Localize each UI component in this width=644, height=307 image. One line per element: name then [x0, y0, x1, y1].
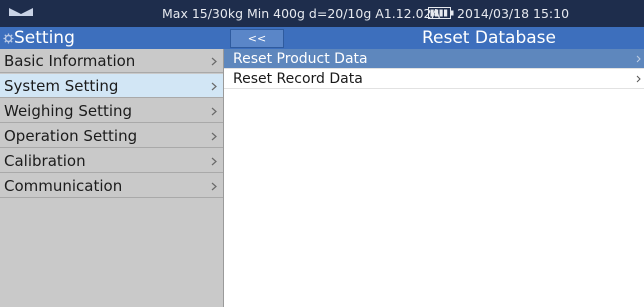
battery-icon: [428, 7, 454, 19]
sidebar-item-system-setting[interactable]: System Setting: [0, 74, 223, 98]
chevron-right-icon: [636, 55, 641, 63]
setting-header: Setting: [0, 27, 224, 49]
sidebar-item-basic-information[interactable]: Basic Information: [0, 49, 223, 73]
list-item-reset-product-data[interactable]: Reset Product Data: [224, 49, 644, 69]
sidebar-item-label: Weighing Setting: [4, 102, 133, 120]
sidebar-item-calibration[interactable]: Calibration: [0, 149, 223, 173]
sidebar-item-label: System Setting: [4, 77, 119, 95]
sidebar-item-label: Communication: [4, 177, 123, 195]
chevron-right-icon: [211, 107, 217, 116]
list-item-label: Reset Product Data: [233, 51, 368, 67]
sidebar-item-operation-setting[interactable]: Operation Setting: [0, 124, 223, 148]
back-button[interactable]: <<: [230, 29, 284, 48]
gear-icon: [3, 33, 14, 44]
chevron-right-icon: [211, 157, 217, 166]
status-bar: Max 15/30kg Min 400g d=20/10g A1.12.02A …: [0, 0, 644, 27]
reset-database-list: Reset Product Data Reset Record Data: [224, 49, 644, 307]
sidebar-item-communication[interactable]: Communication: [0, 174, 223, 198]
chevron-right-icon: [211, 57, 217, 66]
status-datetime: 2014/03/18 15:10: [457, 6, 570, 21]
chevron-right-icon: [636, 75, 641, 83]
settings-sidebar: Basic Information System Setting Weighin…: [0, 49, 224, 307]
sidebar-item-weighing-setting[interactable]: Weighing Setting: [0, 99, 223, 123]
page-title: Setting: [14, 28, 75, 48]
chevron-right-icon: [211, 182, 217, 191]
reset-database-header: << Reset Database: [224, 27, 644, 49]
scale-logo-icon: [9, 8, 33, 16]
list-item-reset-record-data[interactable]: Reset Record Data: [224, 69, 644, 89]
sidebar-item-label: Basic Information: [4, 52, 136, 70]
sidebar-item-label: Operation Setting: [4, 127, 138, 145]
section-title: Reset Database: [421, 28, 556, 48]
list-item-label: Reset Record Data: [233, 71, 363, 87]
scale-spec-info: Max 15/30kg Min 400g d=20/10g A1.12.02A: [162, 6, 441, 21]
chevron-right-icon: [211, 132, 217, 141]
sidebar-item-label: Calibration: [4, 152, 86, 170]
chevron-right-icon: [211, 82, 217, 91]
